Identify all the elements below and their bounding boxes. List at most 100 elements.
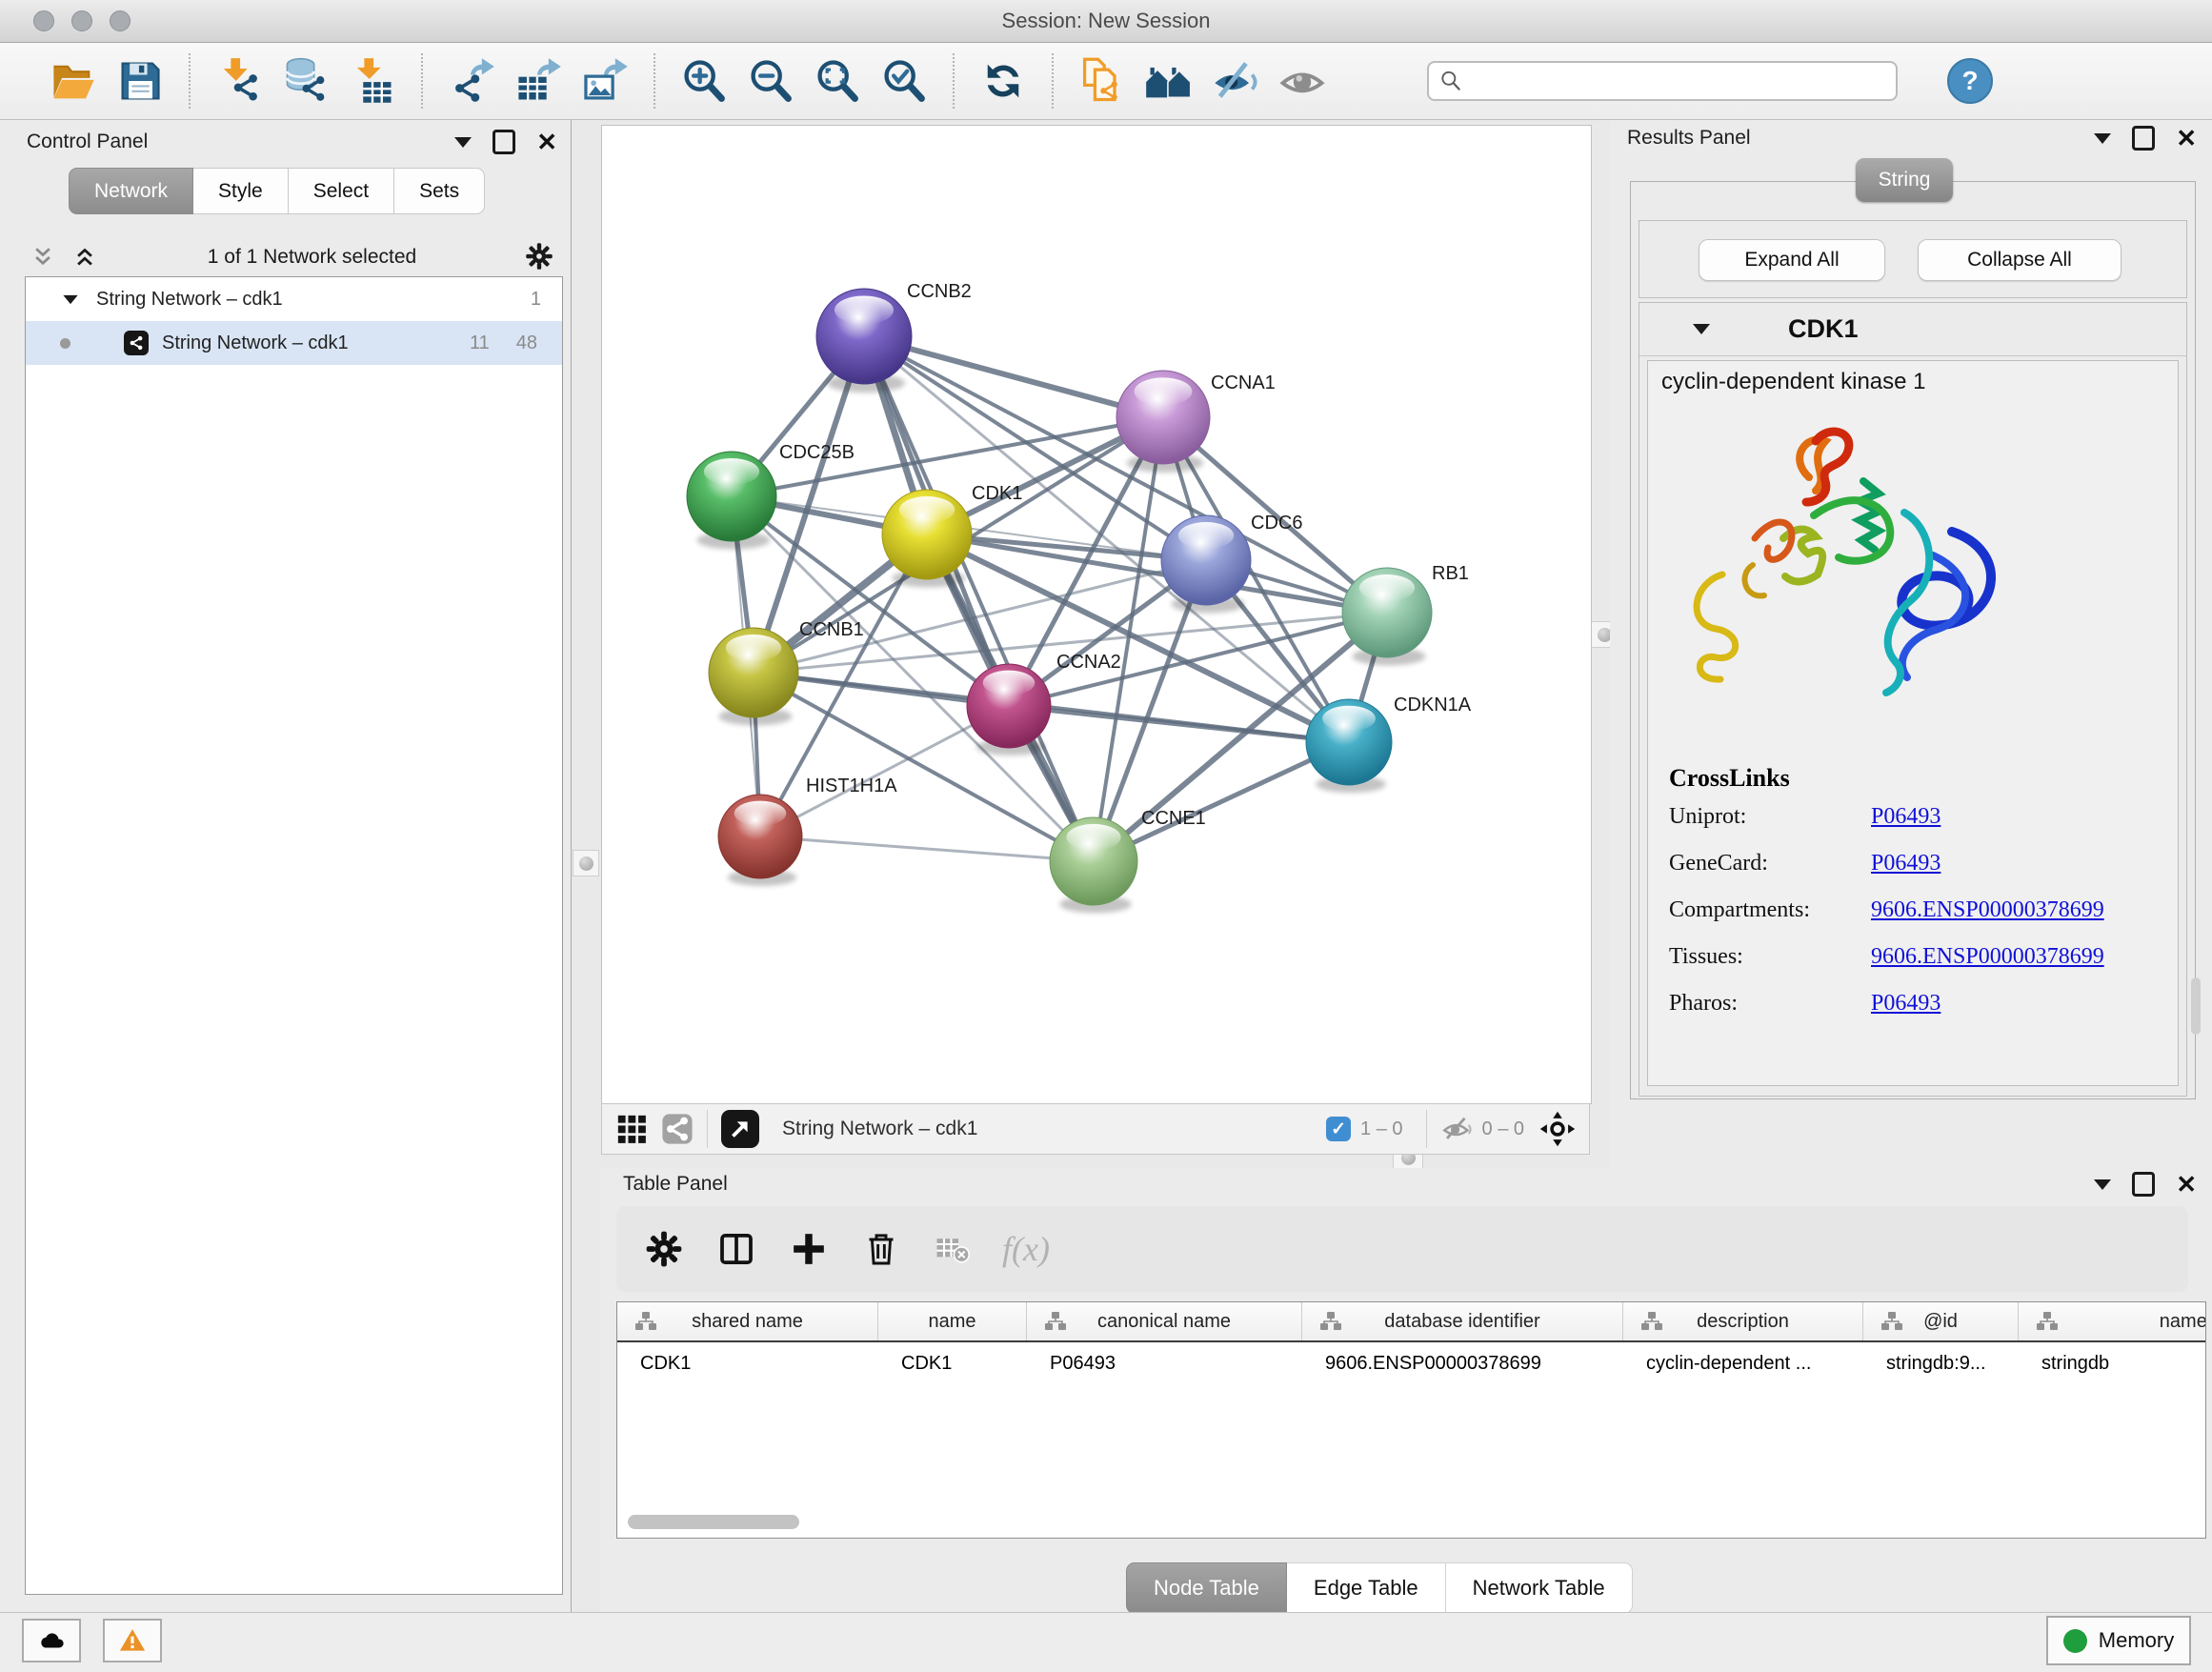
expand-all-button[interactable]: Expand All: [1699, 239, 1885, 281]
edge-CCNA2-CDKN1A[interactable]: [1009, 706, 1349, 742]
gene-section-header[interactable]: CDK1: [1639, 303, 2186, 356]
column-header-shared-name[interactable]: shared name: [617, 1302, 878, 1340]
show-graphics-details-icon[interactable]: [1275, 53, 1330, 109]
edge-HIST1H1A-CCNE1[interactable]: [760, 836, 1094, 861]
node-CCNB1[interactable]: [709, 628, 798, 725]
network-collection-row[interactable]: String Network – cdk1 1: [26, 277, 562, 321]
table-menu-icon[interactable]: [2094, 1179, 2111, 1190]
results-scrollbar[interactable]: [2191, 977, 2201, 1035]
zoom-selected-icon[interactable]: [876, 53, 932, 109]
tab-select[interactable]: Select: [289, 168, 394, 214]
tab-edge-table[interactable]: Edge Table: [1287, 1562, 1446, 1614]
hide-graphics-details-icon[interactable]: [1208, 53, 1263, 109]
network-row[interactable]: String Network – cdk1 11 48: [26, 321, 562, 365]
window-close-light[interactable]: [33, 10, 54, 31]
table-options-gear-icon[interactable]: [637, 1222, 691, 1276]
table-row[interactable]: CDK1CDK1P064939606.ENSP00000378699cyclin…: [617, 1342, 2205, 1384]
table-cell[interactable]: CDK1: [878, 1353, 1027, 1375]
tab-sets[interactable]: Sets: [394, 168, 485, 214]
node-CDC25B[interactable]: [687, 452, 776, 549]
copy-network-icon[interactable]: [1075, 53, 1130, 109]
expand-all-icon[interactable]: [70, 243, 99, 272]
help-button[interactable]: ?: [1947, 58, 1993, 104]
zoom-in-icon[interactable]: [676, 53, 732, 109]
node-CDKN1A[interactable]: [1306, 699, 1393, 793]
crosslink-link[interactable]: 9606.ENSP00000378699: [1871, 944, 2104, 970]
save-session-icon[interactable]: [112, 53, 168, 109]
tab-network-table[interactable]: Network Table: [1446, 1562, 1633, 1614]
add-column-icon[interactable]: [782, 1222, 835, 1276]
search-input[interactable]: [1471, 70, 1896, 93]
collapse-all-icon[interactable]: [29, 243, 57, 272]
table-close-icon[interactable]: ✕: [2176, 1175, 2197, 1194]
birds-eye-share-icon[interactable]: [661, 1113, 694, 1145]
table-cell[interactable]: stringdb:9...: [1863, 1353, 2019, 1375]
column-header--id[interactable]: @id: [1863, 1302, 2019, 1340]
delete-column-trash-icon[interactable]: [855, 1222, 908, 1276]
zoom-fit-icon[interactable]: [810, 53, 865, 109]
network-canvas[interactable]: CCNB2 CCNA1 CDC25B CDK1 CDC6 RB1 CCNB1: [601, 125, 1592, 1104]
results-menu-icon[interactable]: [2094, 133, 2111, 144]
node-CCNA1[interactable]: [1116, 371, 1210, 473]
tree-expander-icon[interactable]: [63, 294, 77, 303]
refresh-layout-icon[interactable]: [975, 53, 1031, 109]
collapse-all-button[interactable]: Collapse All: [1918, 239, 2122, 281]
node-HIST1H1A[interactable]: [718, 795, 802, 886]
network-options-gear-icon[interactable]: [525, 242, 555, 272]
search-box[interactable]: [1427, 61, 1898, 101]
window-minimize-light[interactable]: [71, 10, 92, 31]
hidden-elements-icon[interactable]: [1440, 1113, 1473, 1145]
window-zoom-light[interactable]: [110, 10, 131, 31]
export-network-icon[interactable]: [444, 53, 499, 109]
tab-string[interactable]: String: [1856, 158, 1953, 202]
fit-content-crosshair-icon[interactable]: [1539, 1111, 1576, 1147]
show-columns-icon[interactable]: [710, 1222, 763, 1276]
import-network-file-icon[interactable]: [211, 53, 267, 109]
export-table-icon[interactable]: [511, 53, 566, 109]
crosslink-link[interactable]: P06493: [1871, 804, 1941, 830]
warning-status-button[interactable]: [103, 1619, 162, 1662]
home-icon[interactable]: [1141, 53, 1196, 109]
table-hscrollbar[interactable]: [622, 1515, 2199, 1530]
table-cell[interactable]: 9606.ENSP00000378699: [1302, 1353, 1623, 1375]
open-file-icon[interactable]: [46, 53, 101, 109]
table-float-icon[interactable]: [2132, 1172, 2155, 1197]
table-cell[interactable]: CDK1: [617, 1353, 878, 1375]
zoom-out-icon[interactable]: [743, 53, 798, 109]
tab-node-table[interactable]: Node Table: [1126, 1562, 1287, 1614]
panel-float-icon[interactable]: [493, 130, 515, 154]
column-header-description[interactable]: description: [1623, 1302, 1863, 1340]
crosslink-link[interactable]: 9606.ENSP00000378699: [1871, 897, 2104, 923]
column-header-name[interactable]: name: [878, 1302, 1027, 1340]
panel-close-icon[interactable]: ✕: [536, 132, 557, 151]
table-cell[interactable]: P06493: [1027, 1353, 1302, 1375]
hscrollbar-thumb[interactable]: [628, 1515, 799, 1529]
node-table[interactable]: shared namenamecanonical namedatabase id…: [616, 1301, 2206, 1539]
crosslink-link[interactable]: P06493: [1871, 851, 1941, 876]
grid-view-icon[interactable]: [615, 1113, 648, 1145]
results-close-icon[interactable]: ✕: [2176, 129, 2197, 148]
node-CCNE1[interactable]: [1050, 817, 1137, 913]
cloud-status-button[interactable]: [22, 1619, 81, 1662]
left-splitter-handle[interactable]: [573, 850, 599, 876]
selected-nodes-checkbox[interactable]: ✓: [1326, 1117, 1351, 1141]
import-table-file-icon[interactable]: [345, 53, 400, 109]
node-CCNA2[interactable]: [967, 664, 1051, 755]
memory-button[interactable]: Memory: [2046, 1616, 2191, 1665]
gene-expander-icon[interactable]: [1693, 324, 1710, 334]
export-image-icon[interactable]: [577, 53, 633, 109]
results-float-icon[interactable]: [2132, 126, 2155, 151]
open-in-app-icon[interactable]: [721, 1110, 759, 1148]
column-header-canonical-name[interactable]: canonical name: [1027, 1302, 1302, 1340]
crosslink-link[interactable]: P06493: [1871, 991, 1941, 1017]
tab-style[interactable]: Style: [193, 168, 289, 214]
column-header-namespace[interactable]: namespace: [2019, 1302, 2206, 1340]
tab-network[interactable]: Network: [69, 168, 193, 214]
column-header-database-identifier[interactable]: database identifier: [1302, 1302, 1623, 1340]
import-network-database-icon[interactable]: [278, 53, 333, 109]
table-cell[interactable]: cyclin-dependent ...: [1623, 1353, 1863, 1375]
control-panel-title: Control Panel: [27, 131, 148, 153]
crosslink-row: GeneCard:P06493: [1669, 851, 2178, 876]
panel-menu-icon[interactable]: [454, 137, 472, 148]
table-cell[interactable]: stringdb: [2019, 1353, 2206, 1375]
